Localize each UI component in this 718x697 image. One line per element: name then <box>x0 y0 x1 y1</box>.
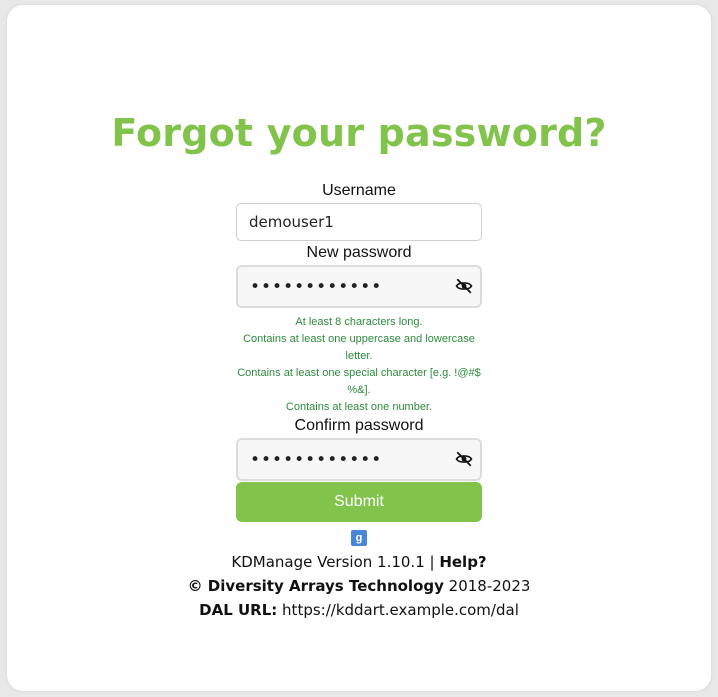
eye-slash-icon[interactable] <box>453 450 475 468</box>
dal-url-label: DAL URL: <box>199 601 278 619</box>
hint-length: At least 8 characters long. <box>295 316 423 328</box>
submit-button[interactable]: Submit <box>236 482 482 522</box>
new-password-input[interactable] <box>236 265 482 308</box>
username-input[interactable] <box>236 203 482 241</box>
help-link[interactable]: Help? <box>439 553 486 571</box>
confirm-password-label: Confirm password <box>294 417 424 434</box>
copyright-line: © Diversity Arrays Technology 2018-2023 <box>7 577 711 595</box>
username-label: Username <box>322 182 396 199</box>
dal-url-value: https://kddart.example.com/dal <box>277 601 519 619</box>
new-password-label: New password <box>306 244 412 261</box>
confirm-password-input[interactable] <box>236 438 482 481</box>
eye-slash-icon[interactable] <box>453 277 475 295</box>
forgot-password-card: Forgot your password? Username New passw… <box>7 5 711 691</box>
hint-case: Contains at least one uppercase and lowe… <box>243 333 475 362</box>
version-line: KDManage Version 1.10.1 | Help? <box>7 553 711 571</box>
password-requirements: At least 8 characters long. Contains at … <box>236 314 482 416</box>
google-translate-icon[interactable]: g <box>351 530 367 546</box>
hint-special: Contains at least one special character … <box>237 367 481 396</box>
hint-number: Contains at least one number. <box>285 401 433 413</box>
copyright-org: © Diversity Arrays Technology <box>187 577 444 595</box>
copyright-years: 2018-2023 <box>443 577 531 595</box>
page-title: Forgot your password? <box>111 111 607 155</box>
version-text: KDManage Version 1.10.1 | <box>231 553 440 571</box>
dal-url-line: DAL URL: https://kddart.example.com/dal <box>7 601 711 619</box>
